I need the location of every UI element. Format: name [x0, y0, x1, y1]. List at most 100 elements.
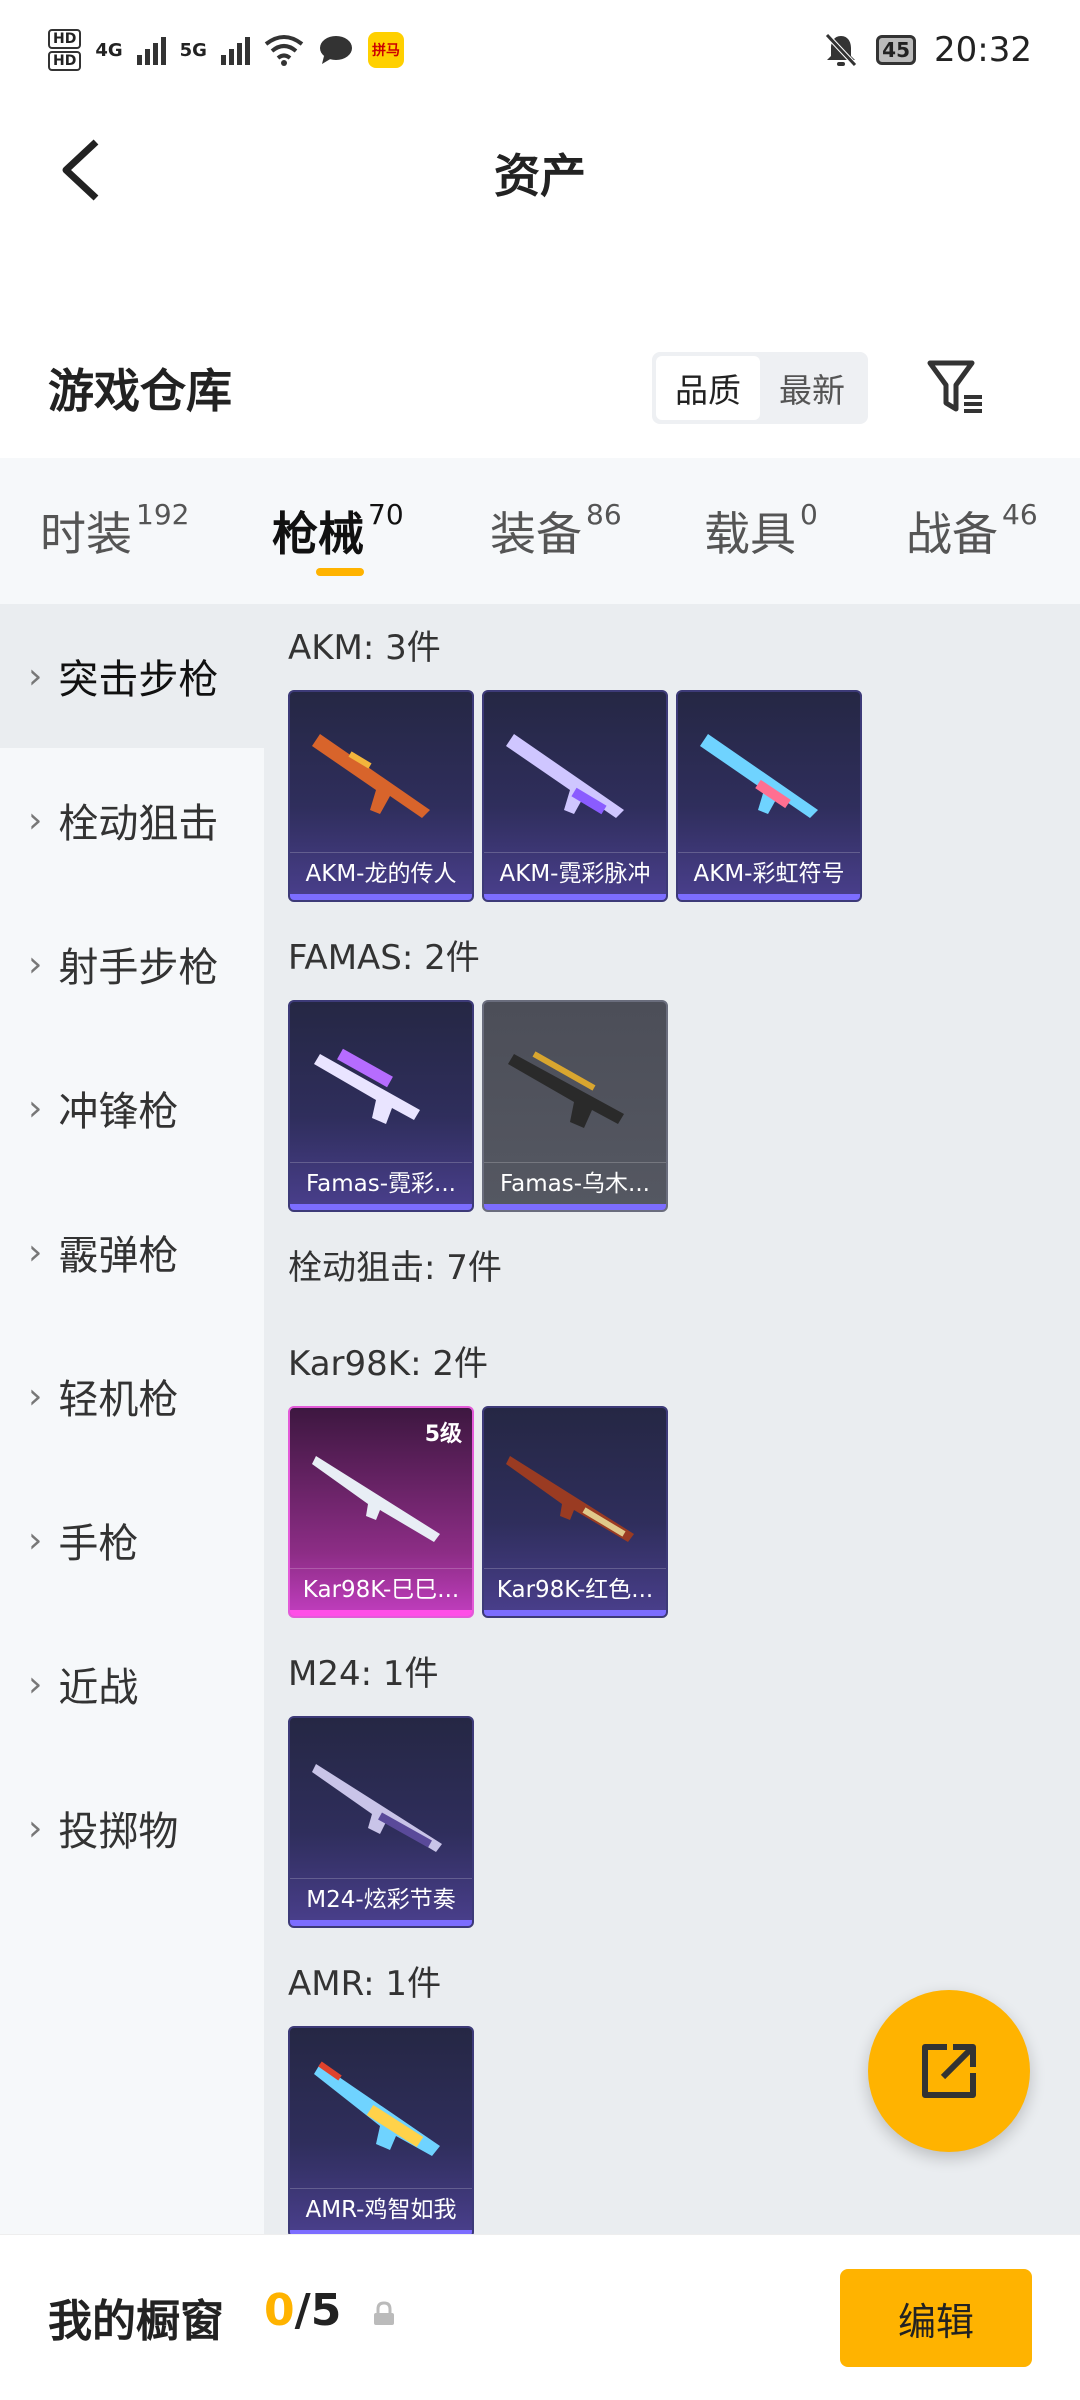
weapon-name: Kar98K-红色... — [484, 1568, 666, 1610]
rarity-bar — [484, 894, 666, 900]
tab-label: 装备 — [490, 507, 582, 561]
sidebar-item-bolt-sniper[interactable]: › 栓动狙击 — [0, 748, 264, 892]
weapon-category-sidebar: › 突击步枪 › 栓动狙击 › 射手步枪 › 冲锋枪 › 霰弹枪 › 轻机枪 ›… — [0, 604, 264, 2234]
tab-label: 时装 — [40, 507, 132, 561]
showcase-label: 我的橱窗 — [48, 2296, 224, 2347]
group-label-akm: AKM: 3件 — [288, 628, 441, 668]
tab-count: 192 — [136, 498, 190, 531]
rarity-bar — [290, 1610, 472, 1616]
mute-bell-icon — [825, 33, 857, 67]
sidebar-item-label: 冲锋枪 — [58, 1089, 179, 1135]
tab-count: 0 — [800, 498, 818, 531]
showcase-bar: 我的橱窗 0/5 编辑 — [0, 2234, 1080, 2400]
tab-count: 70 — [368, 498, 404, 531]
tab-vehicles[interactable]: 载具 0 — [704, 498, 818, 564]
sidebar-item-label: 栓动狙击 — [58, 801, 219, 847]
weapon-card[interactable]: AKM-彩虹符号 — [676, 690, 862, 902]
chat-icon — [319, 36, 352, 64]
weapon-name: AMR-鸡智如我 — [290, 2188, 472, 2230]
sidebar-item-label: 射手步枪 — [58, 945, 219, 991]
weapon-name: Famas-乌木... — [484, 1162, 666, 1204]
sidebar-item-pistol[interactable]: › 手枪 — [0, 1468, 264, 1612]
rifle-icon — [506, 734, 624, 818]
lock-icon — [374, 2301, 394, 2325]
sidebar-item-lmg[interactable]: › 轻机枪 — [0, 1324, 264, 1468]
group-label-famas: FAMAS: 2件 — [288, 938, 480, 978]
rifle-icon — [312, 1764, 442, 1852]
rarity-bar — [290, 1204, 472, 1210]
sidebar-item-melee[interactable]: › 近战 — [0, 1612, 264, 1756]
tab-label: 战备 — [906, 507, 998, 561]
signal-icon-1 — [136, 35, 166, 65]
tab-firearms[interactable]: 枪械 70 — [272, 498, 404, 564]
rifle-icon — [700, 734, 818, 818]
sidebar-item-shotgun[interactable]: › 霰弹枪 — [0, 1180, 264, 1324]
rifle-icon — [314, 2061, 440, 2156]
signal-icon-2 — [220, 35, 250, 65]
sidebar-item-assault-rifle[interactable]: › 突击步枪 — [0, 604, 264, 748]
showcase-current: 0 — [264, 2285, 295, 2336]
weapon-card[interactable]: AMR-鸡智如我 — [288, 2026, 474, 2234]
tab-count: 86 — [586, 498, 622, 531]
network-4g-label: 4G — [95, 39, 123, 61]
sidebar-item-label: 突击步枪 — [58, 657, 219, 703]
status-bar: HD HD 4G 5G 拼马 45 20:32 — [0, 0, 1080, 100]
sidebar-item-throwable[interactable]: › 投掷物 — [0, 1756, 264, 1900]
chevron-right-icon: › — [28, 1663, 43, 1705]
weapon-name: M24-炫彩节奏 — [290, 1878, 472, 1920]
status-time: 20:32 — [934, 30, 1032, 70]
tab-label: 载具 — [704, 507, 796, 561]
chevron-right-icon: › — [28, 1087, 43, 1129]
status-right: 45 20:32 — [824, 30, 1032, 70]
weapon-card[interactable]: Famas-霓彩... — [288, 1000, 474, 1212]
sidebar-item-marksman-rifle[interactable]: › 射手步枪 — [0, 892, 264, 1036]
rarity-bar — [290, 1920, 472, 1926]
hd-badge-1: HD — [48, 29, 82, 49]
weapon-name: AKM-龙的传人 — [290, 852, 472, 894]
tab-supplies[interactable]: 战备 46 — [906, 498, 1038, 564]
chevron-right-icon: › — [28, 799, 43, 841]
weapon-name: Kar98K-巳巳... — [290, 1568, 472, 1610]
filter-icon — [927, 360, 982, 413]
sort-newest-button[interactable]: 最新 — [760, 356, 864, 420]
tab-fashion[interactable]: 时装 192 — [40, 498, 189, 564]
showcase-separator: / — [294, 2285, 311, 2336]
top-header: 资产 — [0, 100, 1080, 240]
battery-icon: 45 — [876, 35, 917, 65]
filter-button[interactable] — [920, 352, 992, 424]
active-tab-indicator — [316, 568, 364, 576]
chevron-right-icon: › — [28, 1519, 43, 1561]
weapon-card[interactable]: Kar98K-红色... — [482, 1406, 668, 1618]
weapon-name: AKM-彩虹符号 — [678, 852, 860, 894]
weapon-name: Famas-霓彩... — [290, 1162, 472, 1204]
rifle-icon — [312, 1456, 440, 1542]
sidebar-item-smg[interactable]: › 冲锋枪 — [0, 1036, 264, 1180]
sidebar-item-label: 手枪 — [58, 1521, 139, 1567]
weapon-card[interactable]: AKM-霓彩脉冲 — [482, 690, 668, 902]
edit-button[interactable]: 编辑 — [840, 2269, 1032, 2367]
weapon-card[interactable]: AKM-龙的传人 — [288, 690, 474, 902]
weapon-card[interactable]: Famas-乌木... — [482, 1000, 668, 1212]
chevron-right-icon: › — [28, 1807, 43, 1849]
weapon-card[interactable]: 5级 Kar98K-巳巳... — [288, 1406, 474, 1618]
sort-quality-button[interactable]: 品质 — [656, 356, 760, 420]
weapon-card[interactable]: M24-炫彩节奏 — [288, 1716, 474, 1928]
tab-label: 枪械 — [272, 507, 364, 561]
group-label-m24: M24: 1件 — [288, 1654, 439, 1694]
network-5g-label: 5G — [179, 39, 207, 61]
rarity-bar — [290, 894, 472, 900]
rarity-bar — [484, 1204, 666, 1210]
share-external-icon — [922, 2044, 976, 2098]
group-label-kar98k: Kar98K: 2件 — [288, 1344, 488, 1384]
app-notification-icon: 拼马 — [367, 32, 404, 68]
group-label-bolt-sniper: 栓动狙击: 7件 — [288, 1248, 502, 1288]
sidebar-item-label: 霰弹枪 — [58, 1233, 179, 1279]
share-fab-button[interactable] — [868, 1990, 1030, 2152]
wifi-icon — [264, 35, 304, 66]
chevron-right-icon: › — [28, 1231, 43, 1273]
sidebar-item-label: 轻机枪 — [58, 1377, 179, 1423]
rifle-icon — [312, 734, 430, 818]
sidebar-item-label: 投掷物 — [58, 1809, 179, 1855]
hd-badge-2: HD — [48, 51, 82, 71]
tab-equipment[interactable]: 装备 86 — [490, 498, 622, 564]
